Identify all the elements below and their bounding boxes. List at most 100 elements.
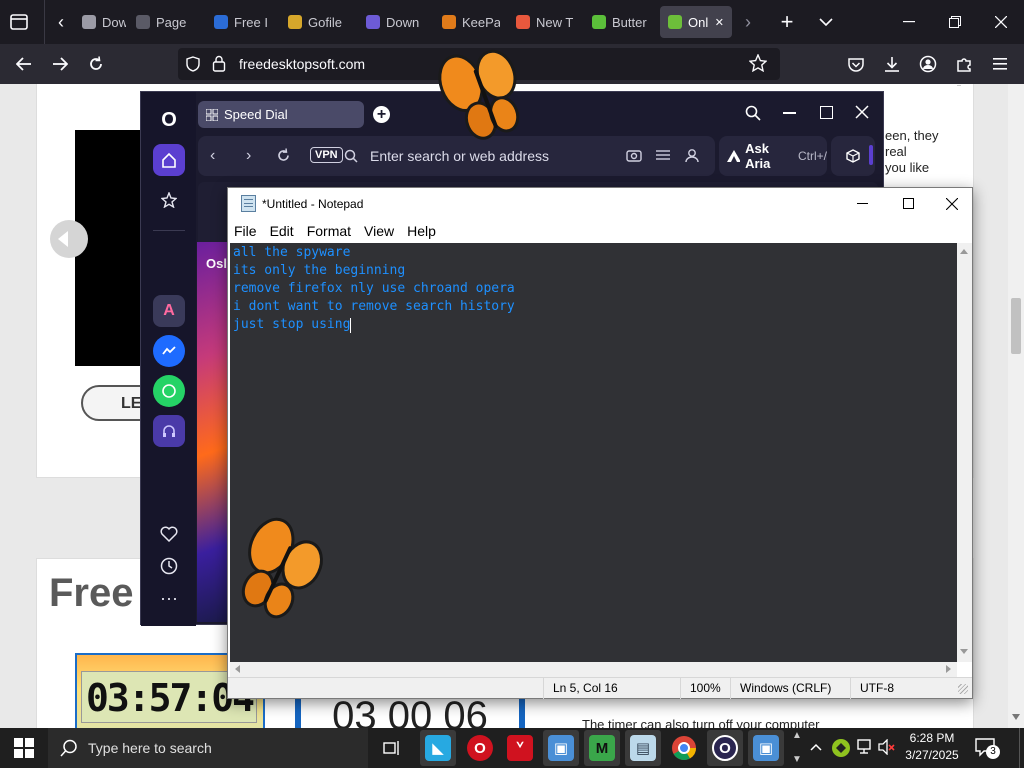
browser-tab[interactable]: Free I — [206, 6, 272, 38]
opera-maximize-button[interactable] — [820, 106, 833, 119]
taskbar-clock[interactable]: 6:28 PM 3/27/2025 — [903, 730, 961, 764]
scroll-up-icon[interactable] — [960, 249, 968, 254]
pinboard-icon[interactable] — [153, 184, 185, 216]
taskbar-search-box[interactable]: Type here to search — [48, 728, 368, 768]
scroll-down-icon[interactable] — [960, 649, 968, 654]
extensions-icon[interactable] — [948, 48, 980, 80]
aria-sidebar-icon[interactable]: A — [153, 295, 185, 327]
scroll-left-icon[interactable] — [235, 665, 240, 673]
tab-scroll-left-icon[interactable]: ‹ — [50, 11, 72, 33]
timer-description: The timer can also turn off your compute… — [582, 717, 820, 728]
shield-icon[interactable] — [186, 56, 200, 75]
new-tab-plus-icon[interactable]: + — [774, 9, 800, 35]
more-dots-icon[interactable]: ··· — [153, 582, 185, 614]
close-window-button[interactable] — [978, 0, 1024, 44]
browser-tab[interactable]: Onl ✕ — [660, 6, 732, 38]
task-view-icon[interactable] — [374, 730, 410, 766]
opera-profile-icon[interactable] — [685, 148, 699, 168]
close-tab-icon[interactable]: ✕ — [715, 16, 724, 29]
app-menu-hamburger-icon[interactable] — [984, 48, 1016, 80]
page-scrollbar[interactable] — [1008, 84, 1024, 728]
opera-tab-speed-dial[interactable]: Speed Dial — [198, 101, 364, 128]
notepad-minimize-button[interactable] — [839, 188, 885, 219]
player-icon[interactable] — [153, 415, 185, 447]
opera-new-tab-icon[interactable]: + — [373, 106, 390, 123]
browser-tab[interactable]: Down — [74, 6, 126, 38]
start-button[interactable] — [0, 728, 48, 768]
opera-address-input[interactable]: Enter search or web address — [370, 148, 549, 164]
list-all-tabs-chevron-icon[interactable] — [814, 9, 838, 35]
taskbar-app-chrome[interactable] — [666, 730, 702, 766]
opera-tab-search-icon[interactable] — [745, 105, 761, 126]
pocket-icon[interactable] — [840, 48, 872, 80]
restore-button[interactable] — [932, 0, 978, 44]
network-icon[interactable] — [856, 739, 874, 758]
forward-arrow-icon[interactable] — [44, 48, 76, 80]
tray-overflow-chevron-icon[interactable] — [810, 738, 822, 754]
volume-muted-icon[interactable] — [878, 738, 896, 758]
notepad-horizontal-scrollbar[interactable] — [230, 662, 957, 677]
notepad-vertical-scrollbar[interactable] — [957, 243, 972, 662]
snippet-line: een, they — [885, 128, 939, 143]
firefox-view-icon[interactable] — [8, 11, 30, 33]
taskbar-app-avira[interactable]: ᘁ — [502, 730, 538, 766]
opera-forward-icon[interactable]: › — [246, 147, 251, 165]
browser-tab[interactable]: Down — [358, 6, 426, 38]
taskbar-scroll-arrows[interactable]: ▲ ▼ — [790, 730, 804, 766]
scroll-right-icon[interactable] — [946, 665, 951, 673]
browser-tab[interactable]: Butter — [584, 6, 652, 38]
menu-help[interactable]: Help — [407, 223, 436, 239]
status-line-ending: Windows (CRLF) — [740, 681, 832, 695]
notification-center-icon[interactable]: 3 — [974, 737, 1000, 760]
opera-back-icon[interactable]: ‹ — [210, 147, 215, 165]
taskbar-app-ruler[interactable]: ◣ — [420, 730, 456, 766]
snapshot-camera-icon[interactable] — [626, 148, 642, 167]
show-desktop-button[interactable] — [1019, 728, 1024, 768]
taskbar-app-installer-2[interactable]: ▣ — [748, 730, 784, 766]
opera-minimize-button[interactable] — [783, 112, 796, 114]
taskbar-app-opera-gx[interactable]: O — [707, 730, 743, 766]
aria-shortcut: Ctrl+/ — [797, 149, 827, 163]
opera-reload-icon[interactable] — [276, 148, 291, 168]
vpn-badge[interactable]: VPN — [310, 147, 343, 163]
reload-icon[interactable] — [80, 48, 112, 80]
taskbar-app-notepad[interactable]: ▤ — [625, 730, 661, 766]
tab-scroll-right-icon[interactable]: › — [737, 11, 759, 33]
downloads-icon[interactable] — [876, 48, 908, 80]
opera-logo-icon[interactable]: O — [153, 104, 185, 136]
opera-close-button[interactable] — [855, 105, 869, 124]
bookmark-star-icon[interactable] — [748, 53, 768, 75]
favorites-heart-icon[interactable] — [153, 518, 185, 550]
tray-app-icon[interactable] — [832, 739, 850, 757]
messenger-icon[interactable] — [153, 335, 185, 367]
lock-icon[interactable] — [212, 55, 226, 75]
menu-view[interactable]: View — [364, 223, 394, 239]
taskbar-app-opera[interactable]: O — [462, 730, 498, 766]
resize-grip-icon[interactable] — [958, 684, 968, 694]
wallpaper-partial-text: Osl — [206, 256, 227, 271]
browser-tab[interactable]: KeePa — [434, 6, 500, 38]
menu-format[interactable]: Format — [307, 223, 351, 239]
scrollbar-thumb[interactable] — [1011, 298, 1021, 354]
minimize-button[interactable] — [886, 0, 932, 44]
scroll-down-icon[interactable] — [1012, 714, 1020, 720]
carousel-prev-button[interactable] — [50, 220, 88, 258]
browser-tab[interactable]: Gofile — [280, 6, 350, 38]
ask-aria-button[interactable]: Ask Aria Ctrl+/ — [719, 136, 827, 176]
menu-file[interactable]: File — [234, 223, 257, 239]
notepad-close-button[interactable] — [931, 188, 972, 219]
history-clock-icon[interactable] — [153, 550, 185, 582]
menu-edit[interactable]: Edit — [270, 223, 294, 239]
taskbar-app-m[interactable]: M — [584, 730, 620, 766]
account-icon[interactable] — [912, 48, 944, 80]
browser-tab[interactable]: Page — [128, 6, 198, 38]
notepad-text-area[interactable]: all the spyware its only the beginning rem… — [230, 243, 957, 662]
whatsapp-icon[interactable] — [153, 375, 185, 407]
notepad-maximize-button[interactable] — [885, 188, 931, 219]
easy-setup-sliders-icon[interactable] — [656, 148, 670, 167]
browser-tab[interactable]: New T — [508, 6, 576, 38]
taskbar-app-installer[interactable]: ▣ — [543, 730, 579, 766]
home-icon[interactable] — [153, 144, 185, 176]
opera-search-icon — [344, 149, 358, 168]
back-arrow-icon[interactable] — [8, 48, 40, 80]
